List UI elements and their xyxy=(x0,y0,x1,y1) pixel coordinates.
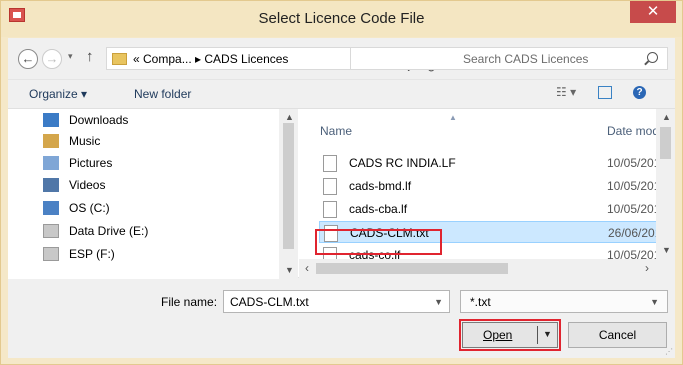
nav-item-downloads[interactable]: Downloads xyxy=(43,109,128,131)
file-type-select[interactable]: *.txt ▼ xyxy=(460,290,668,313)
file-list-vertical-scrollbar[interactable]: ▲ ▼ xyxy=(656,109,675,259)
forward-button[interactable]: → xyxy=(42,49,62,69)
file-icon xyxy=(323,201,337,218)
file-row[interactable]: cads-cba.lf 10/05/2012 xyxy=(319,198,667,220)
nav-item-music[interactable]: Music xyxy=(43,130,100,152)
file-icon xyxy=(323,155,337,172)
close-button[interactable]: ✕ xyxy=(630,1,676,23)
nav-item-label: Downloads xyxy=(69,113,129,127)
scroll-down-icon[interactable]: ▼ xyxy=(662,245,671,255)
change-view-button[interactable]: ☷ ▾ xyxy=(556,85,576,99)
nav-item-data-drive[interactable]: Data Drive (E:) xyxy=(43,220,148,242)
dialog-footer: File name: CADS-CLM.txt ▼ *.txt ▼ Open ▼… xyxy=(8,279,675,358)
organize-menu-button[interactable]: Organize ▾ xyxy=(29,87,87,101)
open-button-highlight xyxy=(459,319,561,351)
chevron-down-icon[interactable]: ▼ xyxy=(434,297,443,307)
nav-item-label: OS (C:) xyxy=(69,201,110,215)
up-folder-button[interactable]: ↑ xyxy=(86,48,94,65)
command-toolbar: Organize ▾ New folder ☷ ▾ ? xyxy=(8,79,675,106)
nav-item-esp-drive[interactable]: ESP (F:) xyxy=(43,243,115,265)
address-bar[interactable]: « Compa... ▸ CADS Licences ∨ ↻ xyxy=(106,47,436,75)
nav-item-label: Data Drive (E:) xyxy=(69,224,149,238)
column-header-date[interactable]: Date modi xyxy=(607,124,662,138)
help-icon[interactable]: ? xyxy=(633,86,646,99)
file-row[interactable]: CADS RC INDIA.LF 10/05/2012 xyxy=(319,152,667,174)
drive-icon xyxy=(43,224,59,238)
sort-ascending-icon: ▲ xyxy=(449,113,457,122)
file-name-input[interactable]: CADS-CLM.txt ▼ xyxy=(223,290,450,313)
file-name: CADS RC INDIA.LF xyxy=(349,156,456,170)
videos-folder-icon xyxy=(43,178,59,192)
file-name-label: File name: xyxy=(161,295,218,309)
navigation-scrollbar[interactable]: ▲ ▼ xyxy=(279,109,298,279)
file-icon xyxy=(323,178,337,195)
nav-item-os-drive[interactable]: OS (C:) xyxy=(43,197,110,219)
chevron-down-icon[interactable]: ▼ xyxy=(650,297,659,307)
search-icon[interactable] xyxy=(647,52,658,63)
nav-item-label: Pictures xyxy=(69,156,113,170)
scroll-left-icon[interactable]: ‹ xyxy=(305,261,309,275)
scroll-down-icon[interactable]: ▼ xyxy=(285,265,294,275)
scroll-up-icon[interactable]: ▲ xyxy=(662,112,671,122)
file-list-horizontal-scrollbar[interactable]: ‹ › xyxy=(299,259,675,279)
os-drive-icon xyxy=(43,201,59,215)
new-folder-button[interactable]: New folder xyxy=(134,87,191,101)
pictures-folder-icon xyxy=(43,156,59,170)
nav-item-videos[interactable]: Videos xyxy=(43,174,105,196)
navigation-pane: Downloads Music Pictures Videos OS (C:) xyxy=(8,109,298,279)
nav-item-label: Videos xyxy=(69,178,106,192)
back-button[interactable]: ← xyxy=(18,49,38,69)
downloads-folder-icon xyxy=(43,113,59,127)
nav-item-label: Music xyxy=(69,134,101,148)
scroll-thumb[interactable] xyxy=(316,263,508,274)
search-input[interactable]: Search CADS Licences xyxy=(350,47,668,70)
file-name: cads-cba.lf xyxy=(349,202,408,216)
cancel-button[interactable]: Cancel xyxy=(568,322,667,348)
navigation-bar: ← → ▾ ↑ « Compa... ▸ CADS Licences ∨ ↻ S… xyxy=(8,38,675,78)
drive-icon xyxy=(43,247,59,261)
file-row[interactable]: cads-bmd.lf 10/05/2012 xyxy=(319,175,667,197)
file-name-value[interactable]: CADS-CLM.txt xyxy=(230,295,309,309)
nav-item-pictures[interactable]: Pictures xyxy=(43,152,112,174)
title-bar: Select Licence Code File ✕ xyxy=(1,1,682,37)
scroll-up-icon[interactable]: ▲ xyxy=(285,112,294,122)
preview-pane-icon[interactable] xyxy=(598,86,612,99)
column-header-name[interactable]: Name xyxy=(320,124,352,138)
folder-icon xyxy=(112,53,127,65)
scroll-thumb[interactable] xyxy=(283,123,294,249)
address-path[interactable]: « Compa... ▸ CADS Licences xyxy=(133,52,288,66)
scroll-right-icon[interactable]: › xyxy=(645,261,649,275)
search-placeholder: Search CADS Licences xyxy=(463,52,589,66)
recent-locations-dropdown[interactable]: ▾ xyxy=(68,51,73,62)
dialog-client-area: ← → ▾ ↑ « Compa... ▸ CADS Licences ∨ ↻ S… xyxy=(8,38,675,358)
scroll-thumb[interactable] xyxy=(660,127,671,159)
dialog-title: Select Licence Code File xyxy=(258,10,425,27)
file-type-value: *.txt xyxy=(470,295,491,309)
selected-file-highlight xyxy=(315,229,442,255)
file-dialog-window: Select Licence Code File ✕ ← → ▾ ↑ « Com… xyxy=(0,0,683,365)
browser-panes: Downloads Music Pictures Videos OS (C:) xyxy=(8,108,675,279)
nav-item-label: ESP (F:) xyxy=(69,247,115,261)
file-list-pane: ▲ Name Date modi CADS RC INDIA.LF 10/05/… xyxy=(299,109,675,279)
file-name: cads-bmd.lf xyxy=(349,179,412,193)
music-folder-icon xyxy=(43,134,59,148)
resize-grip-icon[interactable]: ⋰ xyxy=(665,347,673,356)
